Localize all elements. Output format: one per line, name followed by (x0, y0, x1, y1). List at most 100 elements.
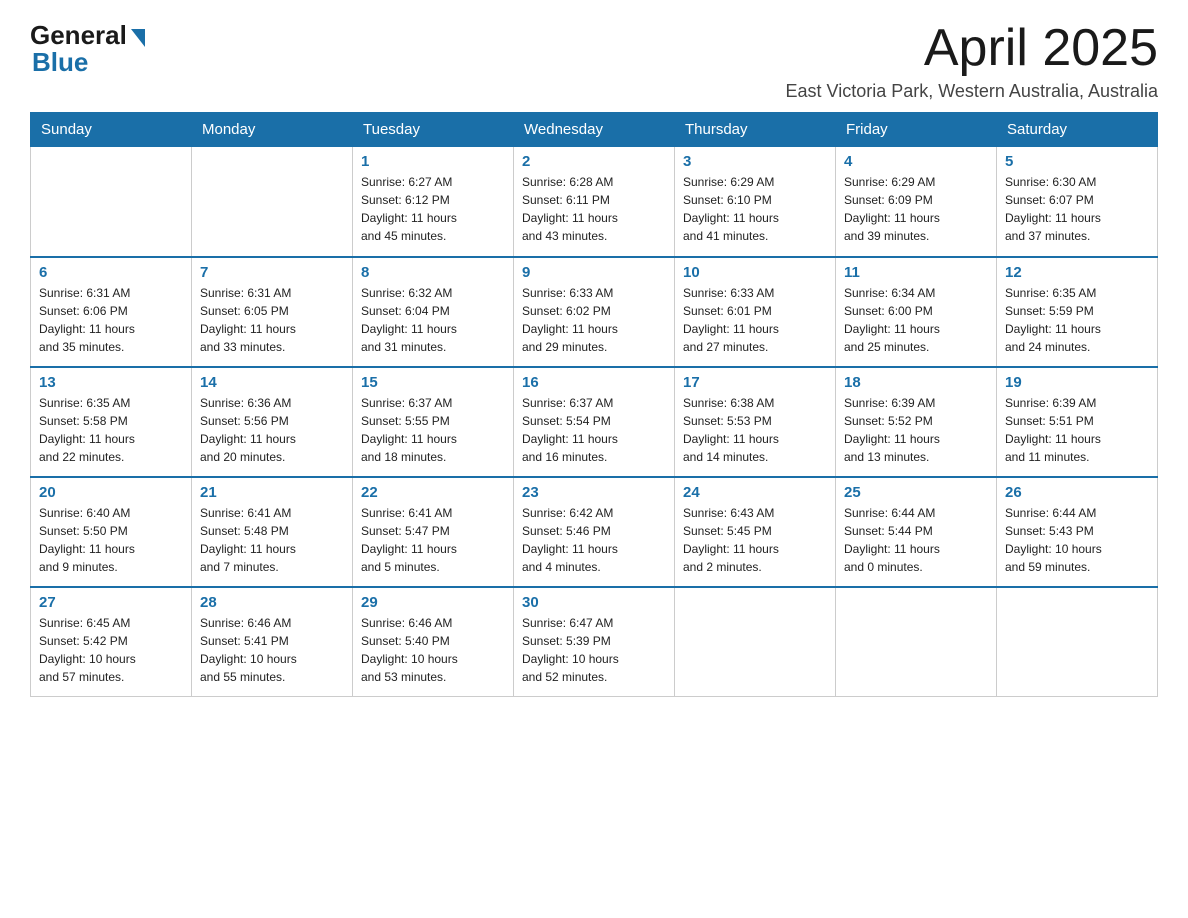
day-info: Sunrise: 6:44 AM Sunset: 5:44 PM Dayligh… (844, 504, 988, 576)
day-info: Sunrise: 6:42 AM Sunset: 5:46 PM Dayligh… (522, 504, 666, 576)
calendar-day-cell: 4 Sunrise: 6:29 AM Sunset: 6:09 PM Daylig… (836, 147, 997, 257)
day-info: Sunrise: 6:27 AM Sunset: 6:12 PM Dayligh… (361, 173, 505, 245)
calendar-header-sunday: Sunday (31, 113, 192, 147)
day-number: 26 (1005, 484, 1149, 501)
calendar-day-cell: 29 Sunrise: 6:46 AM Sunset: 5:40 PM Dayli… (353, 587, 514, 697)
calendar-day-cell: 17 Sunrise: 6:38 AM Sunset: 5:53 PM Dayli… (675, 367, 836, 477)
calendar-day-cell: 8 Sunrise: 6:32 AM Sunset: 6:04 PM Daylig… (353, 257, 514, 367)
calendar-day-cell: 3 Sunrise: 6:29 AM Sunset: 6:10 PM Daylig… (675, 147, 836, 257)
day-info: Sunrise: 6:41 AM Sunset: 5:48 PM Dayligh… (200, 504, 344, 576)
day-info: Sunrise: 6:33 AM Sunset: 6:02 PM Dayligh… (522, 284, 666, 356)
day-number: 21 (200, 484, 344, 501)
day-number: 19 (1005, 374, 1149, 391)
day-number: 2 (522, 153, 666, 170)
day-info: Sunrise: 6:44 AM Sunset: 5:43 PM Dayligh… (1005, 504, 1149, 576)
calendar-header-wednesday: Wednesday (514, 113, 675, 147)
calendar-day-cell: 20 Sunrise: 6:40 AM Sunset: 5:50 PM Dayli… (31, 477, 192, 587)
day-number: 29 (361, 594, 505, 611)
calendar-day-cell: 6 Sunrise: 6:31 AM Sunset: 6:06 PM Daylig… (31, 257, 192, 367)
calendar-day-cell: 26 Sunrise: 6:44 AM Sunset: 5:43 PM Dayli… (997, 477, 1158, 587)
calendar-day-cell (997, 587, 1158, 697)
calendar-table: SundayMondayTuesdayWednesdayThursdayFrid… (30, 112, 1158, 697)
day-number: 27 (39, 594, 183, 611)
day-number: 8 (361, 264, 505, 281)
day-info: Sunrise: 6:45 AM Sunset: 5:42 PM Dayligh… (39, 614, 183, 686)
calendar-day-cell: 2 Sunrise: 6:28 AM Sunset: 6:11 PM Daylig… (514, 147, 675, 257)
page-header: General Blue April 2025 East Victoria Pa… (30, 20, 1158, 102)
calendar-header-tuesday: Tuesday (353, 113, 514, 147)
calendar-day-cell: 7 Sunrise: 6:31 AM Sunset: 6:05 PM Daylig… (192, 257, 353, 367)
month-title: April 2025 (786, 20, 1159, 77)
calendar-header-monday: Monday (192, 113, 353, 147)
location-text: East Victoria Park, Western Australia, A… (786, 81, 1159, 102)
calendar-day-cell: 5 Sunrise: 6:30 AM Sunset: 6:07 PM Daylig… (997, 147, 1158, 257)
day-info: Sunrise: 6:36 AM Sunset: 5:56 PM Dayligh… (200, 394, 344, 466)
calendar-day-cell (675, 587, 836, 697)
calendar-day-cell: 9 Sunrise: 6:33 AM Sunset: 6:02 PM Daylig… (514, 257, 675, 367)
calendar-day-cell: 11Sunrise: 6:34 AM Sunset: 6:00 PM Dayli… (836, 257, 997, 367)
calendar-header-thursday: Thursday (675, 113, 836, 147)
day-number: 1 (361, 153, 505, 170)
calendar-day-cell: 28 Sunrise: 6:46 AM Sunset: 5:41 PM Dayli… (192, 587, 353, 697)
day-info: Sunrise: 6:35 AM Sunset: 5:58 PM Dayligh… (39, 394, 183, 466)
logo-arrow-icon (131, 29, 145, 47)
calendar-day-cell: 10 Sunrise: 6:33 AM Sunset: 6:01 PM Dayli… (675, 257, 836, 367)
day-info: Sunrise: 6:31 AM Sunset: 6:06 PM Dayligh… (39, 284, 183, 356)
calendar-week-row: 1 Sunrise: 6:27 AM Sunset: 6:12 PM Daylig… (31, 147, 1158, 257)
day-number: 5 (1005, 153, 1149, 170)
day-number: 4 (844, 153, 988, 170)
day-number: 7 (200, 264, 344, 281)
day-info: Sunrise: 6:38 AM Sunset: 5:53 PM Dayligh… (683, 394, 827, 466)
calendar-day-cell (836, 587, 997, 697)
day-info: Sunrise: 6:33 AM Sunset: 6:01 PM Dayligh… (683, 284, 827, 356)
day-number: 10 (683, 264, 827, 281)
calendar-day-cell: 27 Sunrise: 6:45 AM Sunset: 5:42 PM Dayli… (31, 587, 192, 697)
day-info: Sunrise: 6:32 AM Sunset: 6:04 PM Dayligh… (361, 284, 505, 356)
day-info: Sunrise: 6:30 AM Sunset: 6:07 PM Dayligh… (1005, 173, 1149, 245)
day-number: 24 (683, 484, 827, 501)
day-info: Sunrise: 6:31 AM Sunset: 6:05 PM Dayligh… (200, 284, 344, 356)
day-number: 9 (522, 264, 666, 281)
day-number: 22 (361, 484, 505, 501)
calendar-week-row: 27 Sunrise: 6:45 AM Sunset: 5:42 PM Dayli… (31, 587, 1158, 697)
day-number: 16 (522, 374, 666, 391)
calendar-day-cell: 15 Sunrise: 6:37 AM Sunset: 5:55 PM Dayli… (353, 367, 514, 477)
day-number: 3 (683, 153, 827, 170)
day-number: 11 (844, 264, 988, 281)
calendar-day-cell (192, 147, 353, 257)
day-info: Sunrise: 6:39 AM Sunset: 5:51 PM Dayligh… (1005, 394, 1149, 466)
day-info: Sunrise: 6:40 AM Sunset: 5:50 PM Dayligh… (39, 504, 183, 576)
day-info: Sunrise: 6:43 AM Sunset: 5:45 PM Dayligh… (683, 504, 827, 576)
calendar-day-cell: 23Sunrise: 6:42 AM Sunset: 5:46 PM Dayli… (514, 477, 675, 587)
calendar-day-cell: 21 Sunrise: 6:41 AM Sunset: 5:48 PM Dayli… (192, 477, 353, 587)
calendar-day-cell: 24 Sunrise: 6:43 AM Sunset: 5:45 PM Dayli… (675, 477, 836, 587)
day-info: Sunrise: 6:37 AM Sunset: 5:55 PM Dayligh… (361, 394, 505, 466)
day-info: Sunrise: 6:35 AM Sunset: 5:59 PM Dayligh… (1005, 284, 1149, 356)
day-number: 20 (39, 484, 183, 501)
day-info: Sunrise: 6:47 AM Sunset: 5:39 PM Dayligh… (522, 614, 666, 686)
day-number: 17 (683, 374, 827, 391)
calendar-header-saturday: Saturday (997, 113, 1158, 147)
day-number: 12 (1005, 264, 1149, 281)
calendar-day-cell: 30Sunrise: 6:47 AM Sunset: 5:39 PM Dayli… (514, 587, 675, 697)
day-info: Sunrise: 6:28 AM Sunset: 6:11 PM Dayligh… (522, 173, 666, 245)
calendar-week-row: 13Sunrise: 6:35 AM Sunset: 5:58 PM Dayli… (31, 367, 1158, 477)
day-number: 15 (361, 374, 505, 391)
day-info: Sunrise: 6:39 AM Sunset: 5:52 PM Dayligh… (844, 394, 988, 466)
calendar-day-cell: 1 Sunrise: 6:27 AM Sunset: 6:12 PM Daylig… (353, 147, 514, 257)
calendar-day-cell: 13Sunrise: 6:35 AM Sunset: 5:58 PM Dayli… (31, 367, 192, 477)
calendar-day-cell: 18 Sunrise: 6:39 AM Sunset: 5:52 PM Dayli… (836, 367, 997, 477)
day-info: Sunrise: 6:29 AM Sunset: 6:09 PM Dayligh… (844, 173, 988, 245)
day-info: Sunrise: 6:29 AM Sunset: 6:10 PM Dayligh… (683, 173, 827, 245)
day-number: 28 (200, 594, 344, 611)
logo: General Blue (30, 20, 145, 78)
day-info: Sunrise: 6:46 AM Sunset: 5:40 PM Dayligh… (361, 614, 505, 686)
day-number: 6 (39, 264, 183, 281)
day-number: 18 (844, 374, 988, 391)
day-info: Sunrise: 6:46 AM Sunset: 5:41 PM Dayligh… (200, 614, 344, 686)
day-number: 14 (200, 374, 344, 391)
calendar-day-cell: 19 Sunrise: 6:39 AM Sunset: 5:51 PM Dayli… (997, 367, 1158, 477)
calendar-header-friday: Friday (836, 113, 997, 147)
day-number: 25 (844, 484, 988, 501)
calendar-header-row: SundayMondayTuesdayWednesdayThursdayFrid… (31, 113, 1158, 147)
